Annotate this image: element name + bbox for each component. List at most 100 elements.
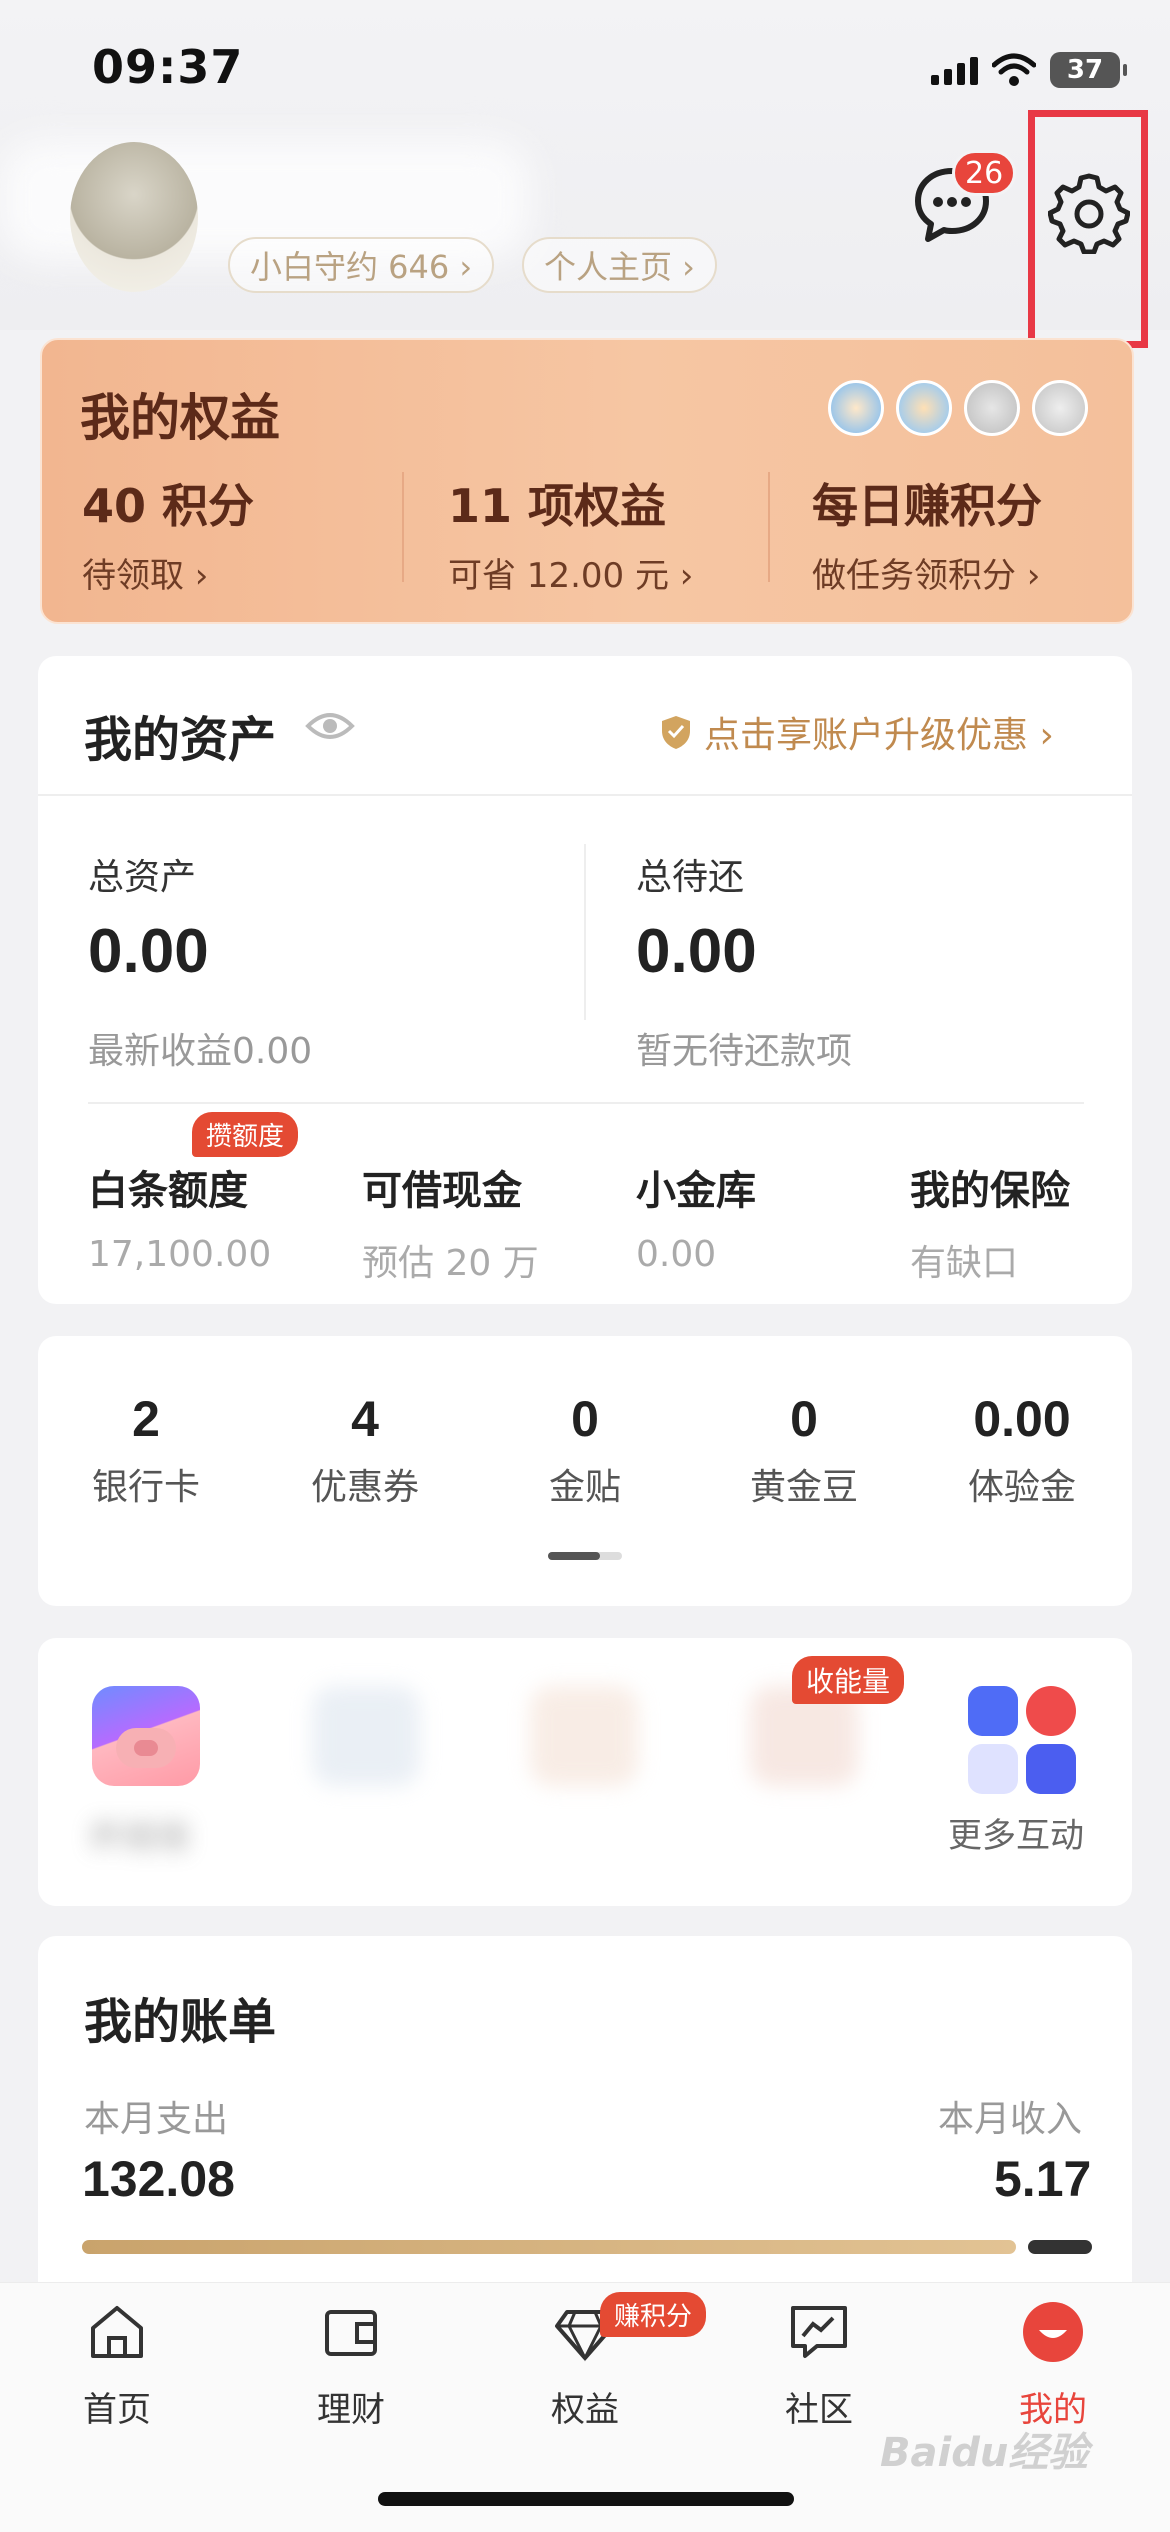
cash-loan-label: 可借现金: [362, 1168, 522, 1214]
nav-finance[interactable]: 理财: [271, 2300, 431, 2431]
rights-daily[interactable]: 每日赚积分 做任务领积分 ›: [812, 470, 1142, 597]
contract-score-pill[interactable]: 小白守约 646 ›: [228, 237, 495, 293]
repay-status: 暂无待还款项: [636, 1031, 853, 1072]
rights-daily-value: 每日赚积分: [812, 479, 1042, 533]
assets-title: 我的资产: [84, 712, 277, 768]
divider: [584, 844, 586, 1020]
earn-points-tag: 赚积分: [600, 2292, 707, 2337]
energy-tag: 收能量: [792, 1656, 905, 1704]
more-apps-icon[interactable]: [968, 1686, 1078, 1796]
divider: [38, 794, 1132, 796]
pig-game-label: 养猪猪: [88, 1818, 190, 1858]
medal-icon: [1032, 380, 1088, 436]
settings-highlight-box: [1028, 110, 1148, 348]
wallet-icon: [325, 2310, 377, 2356]
pig-game-icon[interactable]: [92, 1686, 200, 1786]
total-repay-value[interactable]: 0.00: [636, 916, 757, 987]
insurance-value: 有缺口: [910, 1243, 1019, 1284]
stat-coupons-num: 4: [351, 1391, 379, 1447]
total-assets-label: 总资产: [88, 857, 197, 898]
insurance[interactable]: 我的保险 有缺口: [910, 1158, 1070, 1286]
watermark: Baidu经验: [880, 2430, 1089, 2476]
insurance-label: 我的保险: [910, 1168, 1070, 1214]
stat-bank-cards-num: 2: [132, 1391, 160, 1447]
status-icons: 37: [931, 52, 1127, 88]
stat-trial-funds[interactable]: 0.00 体验金: [922, 1390, 1122, 1510]
rights-benefits-sub: 可省 12.00 元 ›: [448, 556, 694, 596]
income-label: 本月收入: [938, 2099, 1083, 2140]
shield-icon: [662, 716, 690, 749]
community-icon: [791, 2306, 847, 2358]
divider: [768, 472, 770, 582]
medal-icon: [964, 380, 1020, 436]
stat-gold-subsidy-label: 金贴: [548, 1467, 621, 1508]
stat-trial-funds-num: 0.00: [973, 1391, 1071, 1447]
stat-trial-funds-label: 体验金: [967, 1467, 1076, 1508]
bill-title: 我的账单: [84, 1994, 277, 2050]
rights-benefits-value: 11 项权益: [448, 479, 667, 533]
income-value[interactable]: 5.17: [994, 2150, 1091, 2208]
expense-income-bar: [82, 2240, 1092, 2254]
cash-loan-value: 预估 20 万: [362, 1243, 539, 1284]
medal-icon: [828, 380, 884, 436]
cash-loan[interactable]: 可借现金 预估 20 万: [362, 1158, 539, 1286]
credit-boost-tag: 攒额度: [192, 1112, 299, 1157]
nav-home[interactable]: 首页: [37, 2300, 197, 2431]
nav-community[interactable]: 社区: [739, 2300, 899, 2431]
stat-coupons[interactable]: 4 优惠券: [265, 1390, 465, 1510]
expense-label: 本月支出: [84, 2099, 229, 2140]
avatar[interactable]: [70, 142, 198, 292]
expense-value[interactable]: 132.08: [82, 2150, 235, 2208]
stat-gold-beans-label: 黄金豆: [749, 1467, 858, 1508]
rights-daily-sub: 做任务领积分 ›: [812, 556, 1041, 596]
latest-earnings-value: 0.00: [232, 1031, 313, 1072]
stat-gold-subsidy-num: 0: [571, 1391, 599, 1447]
eye-icon[interactable]: [305, 706, 355, 746]
latest-earnings-label: 最新收益: [88, 1031, 233, 1072]
baitiao-credit[interactable]: 白条额度 17,100.00: [88, 1158, 271, 1275]
app-icon[interactable]: [530, 1686, 638, 1786]
rights-title: 我的权益: [80, 389, 280, 447]
upgrade-link[interactable]: 点击享账户升级优惠 ›: [660, 706, 1054, 758]
expense-bar: [82, 2240, 1016, 2254]
battery-icon: 37: [1050, 52, 1127, 88]
rights-points-sub: 待领取 ›: [82, 556, 209, 596]
rights-points-value: 40 积分: [82, 479, 255, 533]
nav-home-label: 首页: [83, 2390, 151, 2430]
signal-icon: [931, 55, 978, 85]
wifi-icon: [992, 53, 1036, 86]
divider: [88, 1102, 1084, 1104]
income-bar: [1028, 2240, 1092, 2254]
message-badge: 26: [952, 150, 1017, 196]
stat-gold-subsidy[interactable]: 0 金贴: [485, 1390, 685, 1510]
latest-earnings: 最新收益0.00: [88, 1022, 312, 1074]
rights-points[interactable]: 40 积分 待领取 ›: [82, 470, 412, 597]
divider: [402, 472, 404, 582]
profile-icon: [1023, 2302, 1083, 2362]
stat-gold-beans[interactable]: 0 黄金豆: [704, 1390, 904, 1510]
baitiao-value: 17,100.00: [88, 1234, 272, 1275]
status-time: 09:37: [92, 40, 244, 94]
nav-profile[interactable]: 我的: [973, 2300, 1133, 2431]
nav-finance-label: 理财: [317, 2390, 385, 2430]
stat-gold-beans-num: 0: [790, 1391, 818, 1447]
more-apps-label[interactable]: 更多互动: [948, 1808, 1084, 1857]
home-icon: [91, 2306, 143, 2358]
upgrade-text: 点击享账户升级优惠 ›: [704, 715, 1054, 756]
vault-value: 0.00: [636, 1234, 717, 1275]
stat-bank-cards-label: 银行卡: [91, 1467, 200, 1508]
homepage-pill[interactable]: 个人主页 ›: [522, 237, 717, 293]
rights-benefits[interactable]: 11 项权益 可省 12.00 元 ›: [448, 470, 778, 597]
total-assets-value[interactable]: 0.00: [88, 916, 209, 987]
stat-coupons-label: 优惠券: [310, 1467, 419, 1508]
page-indicator: [548, 1552, 622, 1560]
medal-icon: [896, 380, 952, 436]
nav-rights-label: 权益: [551, 2390, 619, 2430]
stat-bank-cards[interactable]: 2 银行卡: [46, 1390, 246, 1510]
vault[interactable]: 小金库 0.00: [636, 1158, 756, 1275]
baitiao-label: 白条额度: [88, 1168, 248, 1214]
app-icon[interactable]: [312, 1686, 420, 1786]
nav-community-label: 社区: [785, 2390, 853, 2430]
vault-label: 小金库: [636, 1168, 756, 1214]
home-indicator[interactable]: [378, 2492, 794, 2506]
